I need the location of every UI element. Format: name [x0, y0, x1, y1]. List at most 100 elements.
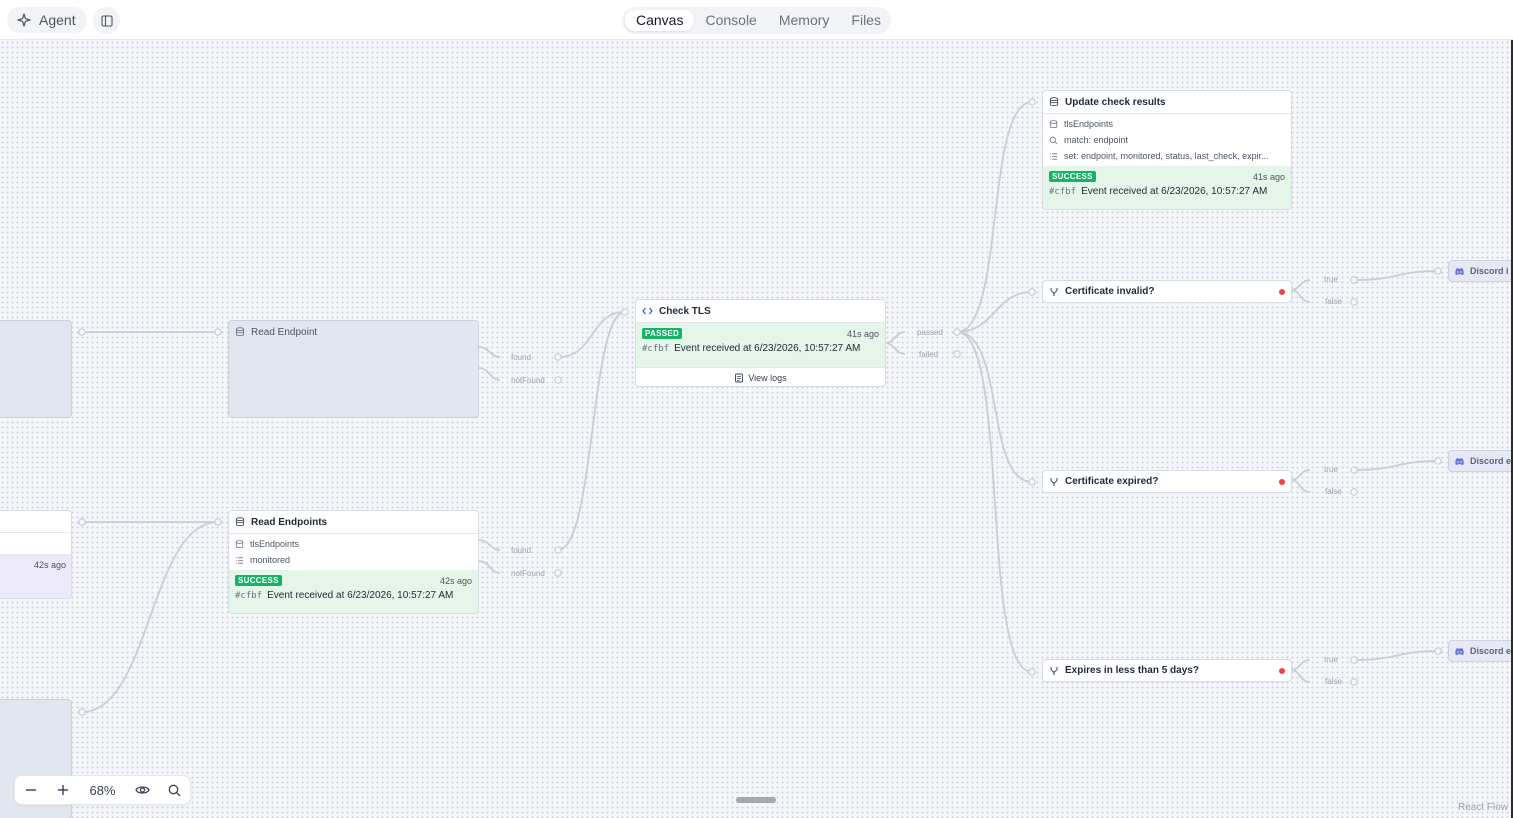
error-status-dot	[1279, 668, 1285, 674]
node-title: Update check results	[1065, 96, 1166, 108]
node-discord-expired[interactable]: Discord e	[1448, 450, 1513, 472]
event-hash: #cfbf	[235, 591, 263, 601]
row-text: tlsEndpoints	[1064, 119, 1114, 129]
database-icon	[1049, 97, 1059, 106]
logs-icon	[735, 373, 744, 383]
edge-label-false: false	[1325, 487, 1342, 496]
list-icon	[1049, 152, 1058, 160]
sidebar-toggle-button[interactable]	[93, 7, 120, 34]
tab-canvas[interactable]: Canvas	[625, 10, 695, 31]
agent-label: Agent	[39, 12, 76, 28]
minus-icon	[25, 789, 36, 791]
node-row: tlsEndpoints	[1043, 116, 1291, 132]
edge-handle	[621, 308, 629, 316]
edge	[956, 331, 1033, 483]
node-read-endpoint[interactable]: Read Endpoint	[228, 320, 479, 418]
edge-handle	[78, 328, 86, 336]
node-title: Certificate expired?	[1065, 476, 1159, 487]
agent-button[interactable]: Agent	[7, 7, 87, 33]
row-text: match: endpoint	[1064, 135, 1129, 145]
error-status-dot	[1279, 479, 1285, 485]
plus-icon	[57, 785, 68, 795]
view-tabs: Canvas Console Memory Files	[622, 7, 891, 34]
tab-files[interactable]: Files	[840, 10, 892, 31]
edge	[477, 539, 501, 551]
edge	[1290, 469, 1311, 481]
view-logs-label: View logs	[748, 373, 787, 383]
edge-handle	[1434, 457, 1442, 465]
node-update-check-results[interactable]: Update check results tlsEndpoints match:…	[1042, 90, 1292, 210]
database-icon	[1049, 119, 1058, 128]
edge	[884, 342, 906, 355]
database-icon	[235, 517, 245, 526]
status-panel: PASSED 41s ago #cfbf Event received at 6/…	[636, 323, 885, 367]
panel-icon	[100, 14, 113, 27]
discord-icon	[1455, 267, 1464, 275]
partial-node-top[interactable]	[0, 320, 72, 418]
status-badge: SUCCESS	[1049, 171, 1096, 182]
react-flow-attribution[interactable]: React Flow	[1458, 802, 1508, 813]
node-discord-invalid[interactable]: Discord i	[1448, 260, 1513, 282]
event-text: Event received at 6/23/2026, 10:57:27 AM	[674, 343, 861, 354]
edge	[477, 346, 501, 358]
node-certificate-expired[interactable]: Certificate expired?	[1042, 470, 1292, 493]
flow-canvas[interactable]: 42s ago Read Endpoint found notFound Rea…	[0, 40, 1513, 818]
edge-handle	[1350, 276, 1358, 284]
tab-console[interactable]: Console	[694, 10, 767, 31]
error-status-dot	[1279, 289, 1285, 295]
eye-icon	[135, 786, 150, 794]
edge-label-false: false	[1325, 297, 1342, 306]
node-expires-soon[interactable]: Expires in less than 5 days?	[1042, 659, 1292, 682]
edge-handle	[1350, 298, 1358, 306]
partial-node-ago: 42s ago	[33, 560, 66, 570]
search-icon	[168, 784, 181, 796]
node-read-endpoints[interactable]: Read Endpoints tlsEndpoints monitored SU…	[228, 510, 479, 614]
edge	[1290, 289, 1311, 303]
search-button[interactable]	[158, 776, 190, 804]
event-hash: #cfbf	[642, 344, 670, 354]
panel-resize-handle[interactable]	[736, 797, 776, 803]
edge-handle	[953, 350, 961, 358]
status-panel: SUCCESS 41s ago #cfbf Event received at 6…	[1043, 166, 1291, 209]
node-certificate-invalid[interactable]: Certificate invalid?	[1042, 280, 1292, 303]
node-title: Certificate invalid?	[1065, 286, 1155, 297]
edge-label-true: true	[1324, 275, 1338, 284]
edge-label-false: false	[1325, 677, 1342, 686]
node-title: Expires in less than 5 days?	[1065, 665, 1199, 676]
edge-handle	[554, 569, 562, 577]
edge-handle	[554, 376, 562, 384]
node-discord-expiring[interactable]: Discord e	[1448, 640, 1513, 662]
tab-memory[interactable]: Memory	[768, 10, 841, 31]
edge-handle	[214, 518, 222, 526]
zoom-out-button[interactable]	[15, 776, 47, 804]
edge	[477, 560, 501, 574]
sparkle-icon	[17, 13, 31, 27]
view-logs-button[interactable]: View logs	[636, 367, 885, 386]
node-check-tls[interactable]: Check TLS PASSED 41s ago #cfbf Event rece…	[635, 299, 886, 387]
search-icon	[1049, 136, 1058, 144]
edge	[956, 331, 1033, 673]
edge	[1290, 479, 1311, 493]
branch-icon	[1050, 287, 1058, 296]
edge-handle	[1028, 288, 1036, 296]
edge-label-failed: failed	[919, 350, 939, 359]
edge-handle	[78, 708, 86, 716]
edge-handle	[1028, 98, 1036, 106]
zoom-in-button[interactable]	[47, 776, 79, 804]
edge	[1290, 659, 1311, 671]
edge-handle	[1350, 488, 1358, 496]
node-row: tlsEndpoints	[229, 536, 478, 552]
status-badge: SUCCESS	[235, 575, 282, 586]
edge	[1353, 650, 1439, 661]
zoom-controls: 68%	[14, 775, 191, 805]
node-row: set: endpoint, monitored, status, last_c…	[1043, 148, 1291, 164]
edge	[557, 311, 626, 551]
event-hash: #cfbf	[1049, 187, 1077, 197]
status-badge: PASSED	[642, 328, 683, 339]
edge-handle	[1434, 267, 1442, 275]
partial-node-middle[interactable]: 42s ago	[0, 510, 72, 599]
edge	[1353, 270, 1439, 281]
edge-handle	[214, 328, 222, 336]
fit-view-button[interactable]	[126, 776, 158, 804]
zoom-level[interactable]: 68%	[79, 783, 127, 798]
